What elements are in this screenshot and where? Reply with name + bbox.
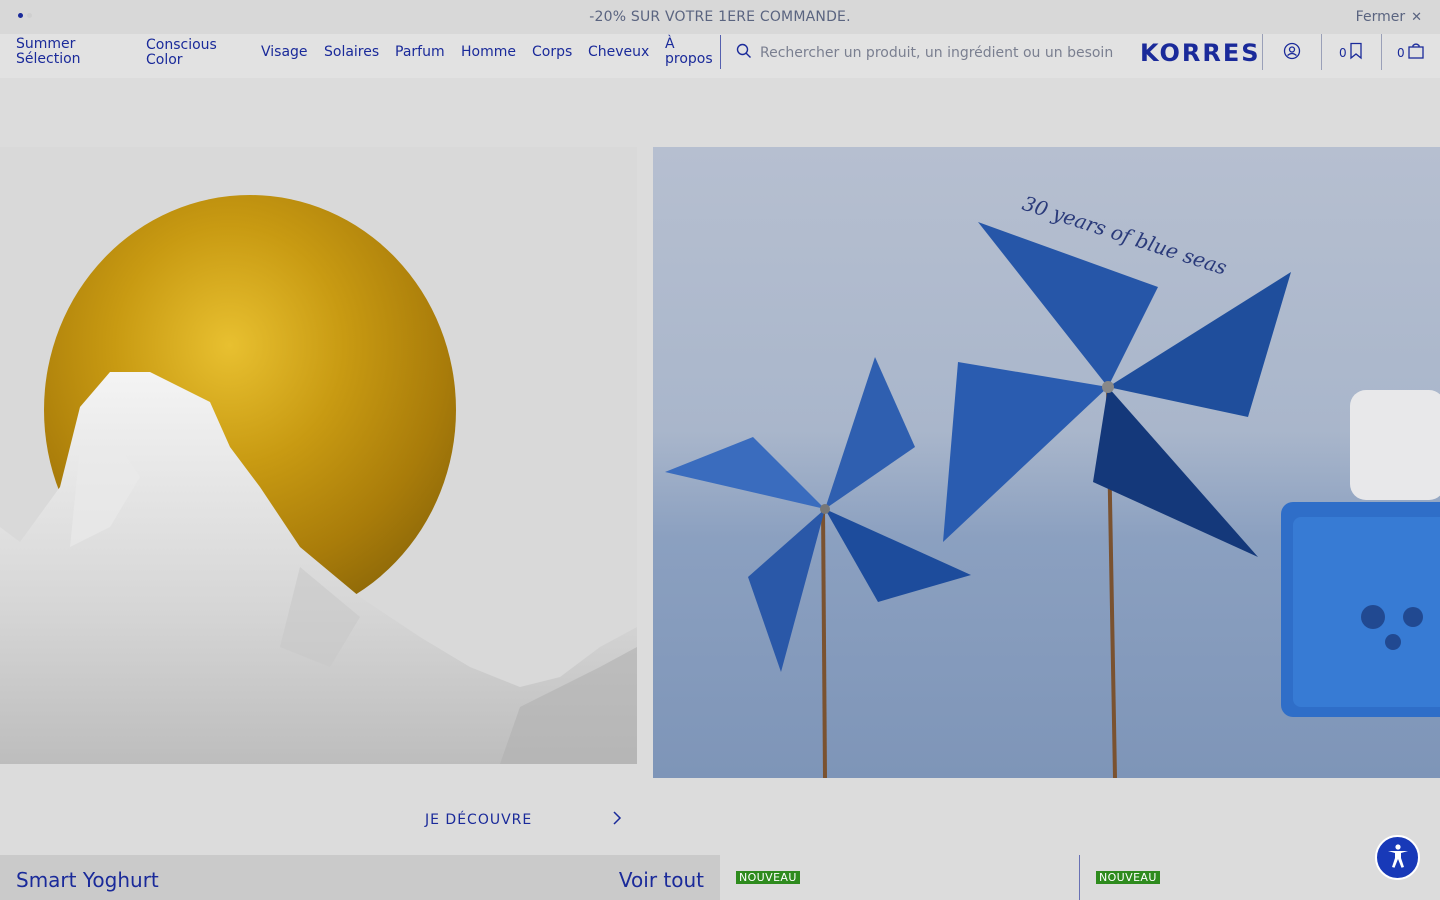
product-cards-row: NOUVEAU NOUVEAU <box>720 855 1440 900</box>
account-button[interactable] <box>1283 42 1301 63</box>
product-section-header: Smart Yoghurt Voir tout <box>0 855 720 900</box>
nav-item-label: propos <box>665 51 713 67</box>
header-divider <box>1262 34 1263 70</box>
promo-text: -20% SUR VOTRE 1ERE COMMANDE. <box>589 9 851 25</box>
card-divider <box>1079 855 1080 900</box>
cart-count: 0 <box>1397 45 1405 60</box>
header-divider <box>1321 34 1322 70</box>
nav-item-label: Color <box>146 52 183 68</box>
nav-divider <box>720 35 721 69</box>
hero-cta-button[interactable]: JE DÉCOUVRE <box>425 810 622 830</box>
hero-image-right[interactable]: 30 years of blue seas <box>653 147 1440 778</box>
nav-item-homme[interactable]: Homme <box>461 45 516 60</box>
site-header: Summer Sélection Conscious Color Visage … <box>0 34 1440 78</box>
account-icon <box>1283 42 1301 63</box>
product-section-title: Smart Yoghurt <box>16 868 159 892</box>
brand-logo[interactable]: KORRES <box>1140 39 1261 67</box>
nav-item-visage[interactable]: Visage <box>261 45 308 60</box>
perfume-bottle <box>1281 390 1440 717</box>
nav-item-label: Sélection <box>16 51 81 67</box>
pinwheel-big <box>943 222 1291 557</box>
nav-item-cheveux[interactable]: Cheveux <box>588 45 649 60</box>
nav-item-corps[interactable]: Corps <box>532 45 572 60</box>
chevron-right-icon <box>612 810 622 830</box>
search-bar[interactable] <box>736 42 1126 64</box>
cart-button[interactable]: 0 <box>1397 42 1425 63</box>
hero-image-left[interactable] <box>0 147 637 764</box>
nav-item-label: Conscious <box>146 37 217 53</box>
nav-item-summer-selection[interactable]: Summer Sélection <box>16 37 81 67</box>
promo-close-button[interactable]: Fermer ✕ <box>1356 9 1422 25</box>
pinwheel-small <box>665 357 971 672</box>
header-divider <box>1381 34 1382 70</box>
new-badge: NOUVEAU <box>736 871 800 884</box>
nav-item-parfum[interactable]: Parfum <box>395 45 445 60</box>
promo-bar: -20% SUR VOTRE 1ERE COMMANDE. Fermer ✕ <box>0 0 1440 34</box>
see-all-link[interactable]: Voir tout <box>619 868 704 892</box>
close-icon: ✕ <box>1411 9 1422 25</box>
nav-item-label: Summer <box>16 36 76 52</box>
nav-item-conscious-color[interactable]: Conscious Color <box>146 38 217 68</box>
wishlist-count: 0 <box>1339 45 1347 60</box>
wishlist-button[interactable]: 0 <box>1339 42 1363 63</box>
search-input[interactable] <box>760 45 1120 61</box>
promo-close-label: Fermer <box>1355 9 1406 25</box>
nav-item-label: À <box>665 36 675 52</box>
accessibility-button[interactable] <box>1375 835 1420 880</box>
accessibility-icon <box>1385 843 1411 873</box>
nav-item-solaires[interactable]: Solaires <box>324 45 379 60</box>
search-icon <box>736 43 752 63</box>
nav-item-a-propos[interactable]: À propos <box>665 37 713 67</box>
bag-icon <box>1407 42 1425 63</box>
new-badge: NOUVEAU <box>1096 871 1160 884</box>
bookmark-icon <box>1349 42 1363 63</box>
hero-cta-label: JE DÉCOUVRE <box>425 812 533 828</box>
